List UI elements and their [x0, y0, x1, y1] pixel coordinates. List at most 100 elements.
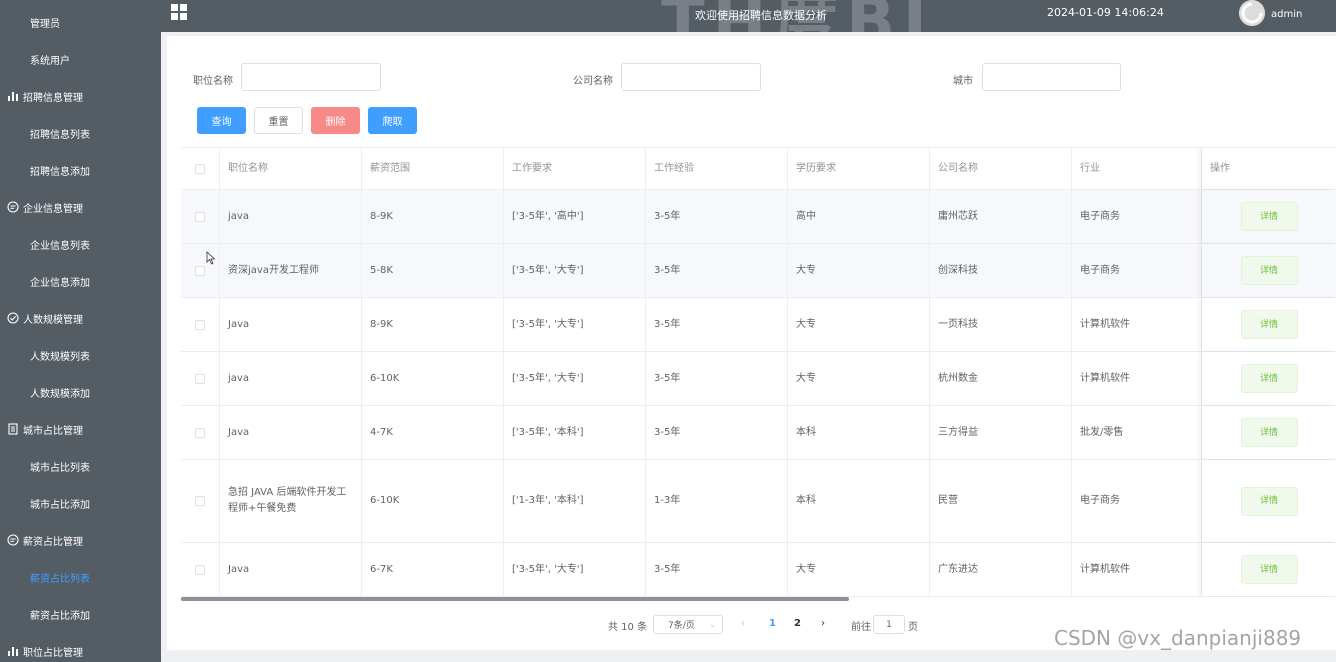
sidebar-item-label: 薪资占比列表: [30, 573, 90, 585]
table-row[interactable]: Java 4-7K ['3-5年', '本科'] 3-5年 本科 三方得益 批发/零售 详情: [181, 406, 1336, 460]
table-cell: 一页科技: [930, 298, 1072, 351]
table-row[interactable]: java 6-10K ['3-5年', '大专'] 3-5年 大专 杭州数金 计算机软件 详情: [181, 352, 1336, 406]
table-cell: 4-7K: [362, 406, 504, 459]
table-cell: java: [220, 352, 362, 405]
row-checkbox[interactable]: [195, 427, 205, 438]
table-cell: 5-8K: [362, 244, 504, 297]
detail-button[interactable]: 详情: [1240, 418, 1298, 447]
column-header: 工作经验: [646, 148, 788, 189]
row-checkbox[interactable]: [195, 211, 205, 222]
job-table: 职位名称 薪资范围 工作要求 工作经验 学历要求 公司名称 行业 操作 java 8-9K ['3-…: [181, 147, 1336, 597]
sidebar-item-10[interactable]: 人数规模添加: [0, 374, 161, 410]
sidebar-item-label: 人数规模管理: [23, 314, 83, 326]
sidebar-item-16[interactable]: 薪资占比添加: [0, 596, 161, 632]
table-cell: 计算机软件: [1072, 543, 1202, 596]
page-suffix: 页: [908, 622, 918, 633]
goto-page-input[interactable]: [873, 615, 905, 634]
horizontal-scrollbar[interactable]: [181, 596, 1336, 602]
job-name-input[interactable]: [241, 63, 381, 91]
table-cell: ['3-5年', '大专']: [504, 298, 646, 351]
column-header: 操作: [1202, 148, 1336, 189]
sidebar-group-17[interactable]: 职位占比管理: [0, 633, 161, 662]
table-cell: 杭州数金: [930, 352, 1072, 405]
column-header: 职位名称: [220, 148, 362, 189]
table-cell: 计算机软件: [1072, 298, 1202, 351]
table-row[interactable]: Java 8-9K ['3-5年', '大专'] 3-5年 大专 一页科技 计算机软件 详情: [181, 298, 1336, 352]
select-all-checkbox[interactable]: [195, 163, 205, 174]
sidebar-item-label: 招聘信息添加: [30, 166, 90, 178]
detail-button[interactable]: 详情: [1240, 486, 1298, 516]
page-number-2[interactable]: 2: [794, 618, 801, 629]
delete-button[interactable]: 删除: [311, 107, 360, 134]
chat-icon: [6, 201, 19, 214]
sidebar-item-15[interactable]: 薪资占比列表: [0, 559, 161, 595]
sidebar-group-11[interactable]: 城市占比管理: [0, 411, 161, 447]
top-header: TH度BL 欢迎使用招聘信息数据分析 2024-01-09 14:06:24 a…: [161, 0, 1336, 32]
table-cell: ['3-5年', '大专']: [504, 352, 646, 405]
row-checkbox[interactable]: [195, 373, 205, 384]
detail-button[interactable]: 详情: [1240, 364, 1298, 393]
table-cell: ['3-5年', '本科']: [504, 406, 646, 459]
table-cell: 电子商务: [1072, 460, 1202, 542]
row-checkbox[interactable]: [195, 319, 205, 330]
company-name-label: 公司名称: [573, 76, 613, 87]
table-row[interactable]: java 8-9K ['3-5年', '高中'] 3-5年 高中 庸州芯跃 电子商务 详情: [181, 190, 1336, 244]
scrollbar-thumb[interactable]: [181, 597, 849, 601]
table-cell: 大专: [788, 352, 930, 405]
sidebar-item-12[interactable]: 城市占比列表: [0, 448, 161, 484]
city-input[interactable]: [982, 63, 1121, 91]
column-header: 工作要求: [504, 148, 646, 189]
prev-page-icon[interactable]: ‹: [741, 618, 745, 629]
sidebar-item-9[interactable]: 人数规模列表: [0, 337, 161, 373]
sidebar-item-label: 系统用户: [30, 55, 70, 67]
page-number-1[interactable]: 1: [769, 618, 776, 629]
table-cell: 大专: [788, 244, 930, 297]
user-avatar[interactable]: [1239, 0, 1265, 26]
table-cell: ['3-5年', '大专']: [504, 543, 646, 596]
chevron-down-icon: ⌄: [709, 620, 716, 629]
sidebar-group-2[interactable]: 招聘信息管理: [0, 78, 161, 114]
sidebar-item-label: 城市占比添加: [30, 499, 90, 511]
query-button[interactable]: 查询: [197, 107, 246, 134]
table-row[interactable]: 资深java开发工程师 5-8K ['3-5年', '大专'] 3-5年 大专 创深科技电…: [181, 244, 1336, 298]
detail-button[interactable]: 详情: [1240, 555, 1298, 584]
table-cell: Java: [220, 543, 362, 596]
sidebar-item-1[interactable]: 系统用户: [0, 41, 161, 77]
sidebar-item-13[interactable]: 城市占比添加: [0, 485, 161, 521]
crawl-button[interactable]: 爬取: [368, 107, 417, 134]
row-checkbox[interactable]: [195, 564, 205, 575]
sidebar-item-4[interactable]: 招聘信息添加: [0, 152, 161, 188]
sidebar-group-5[interactable]: 企业信息管理: [0, 189, 161, 225]
table-row[interactable]: Java 6-7K ['3-5年', '大专'] 3-5年 大专 广东进达 计算机软件 详情: [181, 543, 1336, 597]
detail-button[interactable]: 详情: [1240, 256, 1298, 285]
table-cell: 6-10K: [362, 352, 504, 405]
table-cell: 批发/零售: [1072, 406, 1202, 459]
row-checkbox[interactable]: [195, 496, 205, 506]
sidebar-item-label: 人数规模添加: [30, 388, 90, 400]
company-name-input[interactable]: [621, 63, 761, 91]
reset-button[interactable]: 重置: [254, 107, 303, 134]
menu-toggle-icon[interactable]: [171, 4, 187, 20]
sidebar-item-6[interactable]: 企业信息列表: [0, 226, 161, 262]
goto-label: 前往: [851, 622, 871, 633]
table-cell: Java: [220, 298, 362, 351]
table-cell: 三方得益: [930, 406, 1072, 459]
table-cell: 3-5年: [646, 543, 788, 596]
table-row[interactable]: 急招 JAVA 后端软件开发工程师+午餐免费 6-10K ['1-3年', '本科'…: [181, 460, 1336, 543]
sidebar-group-14[interactable]: 薪资占比管理: [0, 522, 161, 558]
sidebar-item-0[interactable]: 管理员: [0, 4, 161, 40]
detail-button[interactable]: 详情: [1240, 202, 1298, 231]
row-checkbox[interactable]: [195, 265, 205, 276]
next-page-icon[interactable]: ›: [821, 618, 825, 629]
user-name[interactable]: admin: [1271, 9, 1302, 20]
page-size-select[interactable]: 7条/页 ⌄: [653, 615, 723, 634]
table-cell: Java: [220, 406, 362, 459]
detail-button[interactable]: 详情: [1240, 310, 1298, 339]
sidebar-group-8[interactable]: 人数规模管理: [0, 300, 161, 336]
table-cell: 资深java开发工程师: [220, 244, 362, 297]
sidebar-item-label: 企业信息添加: [30, 277, 90, 289]
table-cell: 3-5年: [646, 244, 788, 297]
sidebar-item-label: 企业信息管理: [23, 203, 83, 215]
sidebar-item-3[interactable]: 招聘信息列表: [0, 115, 161, 151]
sidebar-item-7[interactable]: 企业信息添加: [0, 263, 161, 299]
